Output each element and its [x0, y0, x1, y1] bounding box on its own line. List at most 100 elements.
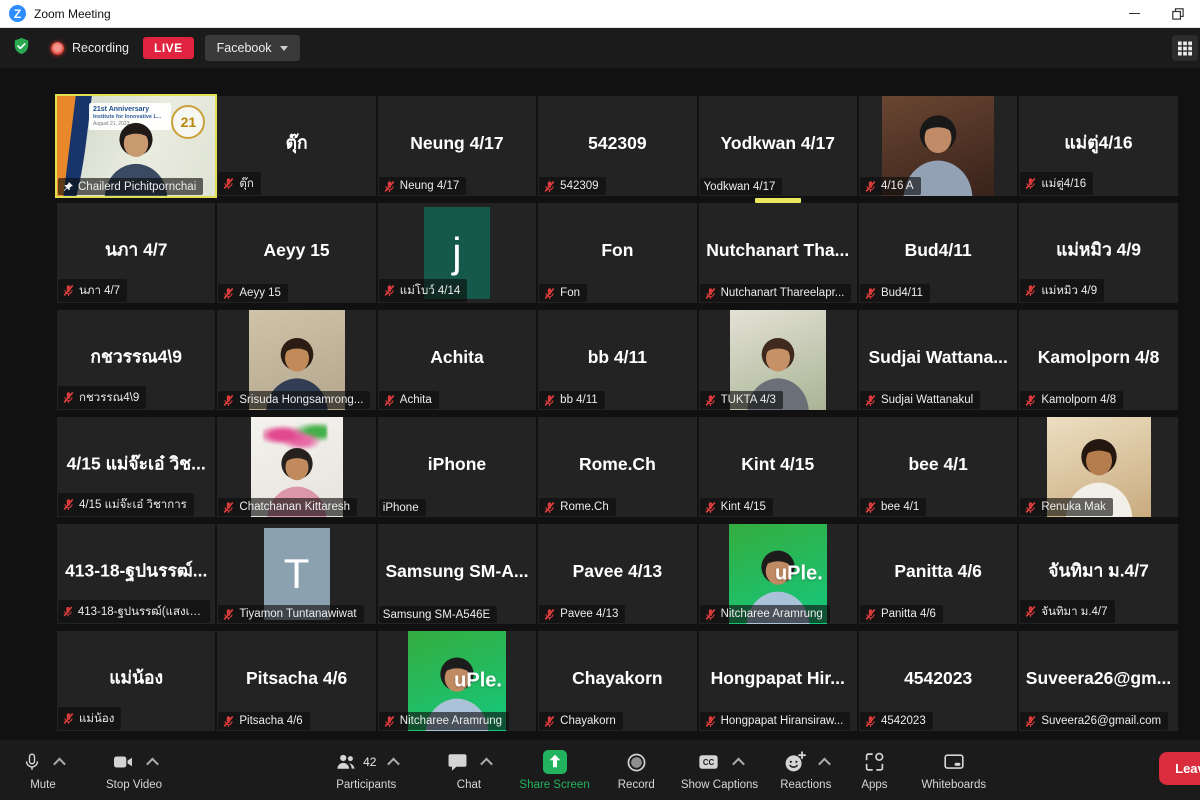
participant-tile[interactable]: uPle.Nitcharee Aramrung — [699, 524, 857, 624]
participant-tile[interactable]: Panitta 4/6Panitta 4/6 — [859, 524, 1017, 624]
window-title: Zoom Meeting — [34, 7, 111, 21]
participant-tile[interactable]: กชวรรณ4\9กชวรรณ4\9 — [57, 310, 215, 410]
participant-tile[interactable]: jแม่โบว์ 4/14 — [378, 203, 536, 303]
participant-tile[interactable]: แม่น้องแม่น้อง — [57, 631, 215, 731]
participant-tile[interactable]: Suveera26@gm...Suveera26@gmail.com — [1019, 631, 1177, 731]
participant-tile[interactable]: bb 4/11bb 4/11 — [538, 310, 696, 410]
participant-nameplate: Samsung SM-A546E — [379, 606, 497, 623]
participant-tile[interactable]: Aeyy 15Aeyy 15 — [217, 203, 375, 303]
participant-tile[interactable]: FonFon — [538, 203, 696, 303]
participant-tile[interactable]: Chatchanan Kittaresh — [217, 417, 375, 517]
participant-label: แม่น้อง — [79, 710, 114, 728]
participant-tile[interactable]: Rome.ChRome.Ch — [538, 417, 696, 517]
gallery-view-button[interactable] — [1172, 35, 1198, 61]
video-gallery-stage: 21st AnniversaryInstitute for Innovative… — [0, 68, 1200, 740]
chevron-up-icon[interactable] — [53, 757, 66, 770]
participant-tile[interactable]: 542309542309 — [538, 96, 696, 196]
participant-nameplate: แม่ตู่4/16 — [1020, 172, 1093, 195]
mic-muted-icon — [704, 715, 717, 728]
record-button[interactable]: Record — [618, 740, 655, 800]
participant-name: แม่ตู่4/16 — [1019, 129, 1177, 157]
participant-tile[interactable]: Bud4/11Bud4/11 — [859, 203, 1017, 303]
participant-nameplate: TUKTA 4/3 — [700, 391, 783, 409]
chat-button[interactable]: Chat — [446, 740, 491, 800]
participant-tile[interactable]: 4/15 แม่จ๊ะเอ๋ วิช...4/15 แม่จ๊ะเอ๋ วิชา… — [57, 417, 215, 517]
whiteboards-button[interactable]: Whiteboards — [922, 740, 987, 800]
participant-tile[interactable]: จันทิมา ม.4/7จันทิมา ม.4/7 — [1019, 524, 1177, 624]
restore-button[interactable] — [1156, 0, 1200, 27]
toolbar-label: Reactions — [780, 779, 831, 791]
participant-tile[interactable]: ChayakornChayakorn — [538, 631, 696, 731]
toolbar-label: Whiteboards — [922, 779, 987, 791]
show-captions-button[interactable]: CCShow Captions — [681, 740, 758, 800]
participant-tile[interactable]: Pavee 4/13Pavee 4/13 — [538, 524, 696, 624]
participant-tile[interactable]: 4/16 A — [859, 96, 1017, 196]
stop-video-button[interactable]: Stop Video — [106, 740, 162, 800]
mic-muted-icon — [1024, 177, 1037, 190]
participant-tile[interactable]: TUKTA 4/3 — [699, 310, 857, 410]
reactions-button[interactable]: Reactions — [780, 740, 831, 800]
recording-indicator-icon — [51, 42, 64, 55]
participant-nameplate: Hongpapat Hiransiraw... — [700, 712, 851, 730]
participant-tile[interactable]: Kint 4/15Kint 4/15 — [699, 417, 857, 517]
participant-tile[interactable]: bee 4/1bee 4/1 — [859, 417, 1017, 517]
participant-tile[interactable]: iPhoneiPhone — [378, 417, 536, 517]
participant-tile[interactable]: TTiyamon Tuntanawiwat — [217, 524, 375, 624]
participant-nameplate: Suveera26@gmail.com — [1020, 712, 1168, 730]
share-screen-icon — [542, 749, 568, 775]
apps-button[interactable]: Apps — [861, 740, 887, 800]
share-screen-button[interactable]: Share Screen — [519, 740, 589, 800]
participant-tile[interactable]: 45420234542023 — [859, 631, 1017, 731]
mute-button[interactable]: Mute — [22, 740, 64, 800]
participant-nameplate: Kint 4/15 — [700, 498, 773, 516]
participant-nameplate: bee 4/1 — [860, 498, 926, 516]
participant-tile[interactable]: 21st AnniversaryInstitute for Innovative… — [57, 96, 215, 196]
participant-tile[interactable]: Sudjai Wattana...Sudjai Wattanakul — [859, 310, 1017, 410]
chevron-up-icon[interactable] — [481, 757, 494, 770]
participant-nameplate: Chatchanan Kittaresh — [218, 498, 357, 516]
participant-tile[interactable]: Nutchanart Tha...Nutchanart Thareelapr..… — [699, 203, 857, 303]
mic-icon — [22, 751, 42, 773]
security-shield-icon[interactable] — [12, 36, 31, 61]
participant-tile[interactable]: Neung 4/17Neung 4/17 — [378, 96, 536, 196]
participants-icon — [334, 751, 358, 773]
participant-tile[interactable]: Renuka Mak — [1019, 417, 1177, 517]
mic-muted-icon — [383, 180, 396, 193]
toolbar-label: Apps — [861, 779, 887, 791]
participant-nameplate: Nutchanart Thareelapr... — [700, 284, 852, 302]
participant-label: 413-18-ฐปนรรฒ์(แสงเดือน) — [78, 603, 203, 621]
restore-icon — [1172, 8, 1184, 20]
chevron-up-icon[interactable] — [388, 757, 401, 770]
participant-tile[interactable]: Srisuda Hongsamrong... — [217, 310, 375, 410]
participant-tile[interactable]: uPle.Nitcharee Aramrung — [378, 631, 536, 731]
mic-muted-icon — [543, 501, 556, 514]
participant-nameplate: ตุ๊ก — [218, 172, 260, 195]
chevron-up-icon[interactable] — [732, 757, 745, 770]
participant-tile[interactable]: Yodkwan 4/17Yodkwan 4/17 — [699, 96, 857, 196]
participant-label: iPhone — [383, 502, 419, 514]
minimize-button[interactable] — [1112, 0, 1156, 27]
mic-muted-icon — [383, 284, 396, 297]
participant-label: Fon — [560, 287, 580, 299]
participant-nameplate: จันทิมา ม.4/7 — [1020, 600, 1114, 623]
zoom-logo-icon: Z — [9, 5, 26, 22]
participants-button[interactable]: 42Participants — [334, 740, 398, 800]
chevron-up-icon[interactable] — [146, 757, 159, 770]
participant-tile[interactable]: แม่หมิว 4/9แม่หมิว 4/9 — [1019, 203, 1177, 303]
leave-button[interactable]: Leave — [1159, 752, 1200, 785]
participant-tile[interactable]: Kamolporn 4/8Kamolporn 4/8 — [1019, 310, 1177, 410]
participant-tile[interactable]: ตุ๊กตุ๊ก — [217, 96, 375, 196]
mic-muted-icon — [543, 608, 556, 621]
participant-tile[interactable]: AchitaAchita — [378, 310, 536, 410]
participant-tile[interactable]: นภา 4/7นภา 4/7 — [57, 203, 215, 303]
stream-target-dropdown[interactable]: Facebook — [205, 35, 300, 61]
participant-tile[interactable]: แม่ตู่4/16 แม่ตู่4/16 — [1019, 96, 1177, 196]
participant-tile[interactable]: Samsung SM-A...Samsung SM-A546E — [378, 524, 536, 624]
participant-tile[interactable]: 413-18-ฐปนรรฒ์...413-18-ฐปนรรฒ์(แสงเดือน… — [57, 524, 215, 624]
chevron-up-icon[interactable] — [818, 757, 831, 770]
mic-muted-icon — [864, 180, 877, 193]
participant-tile[interactable]: Hongpapat Hir...Hongpapat Hiransiraw... — [699, 631, 857, 731]
participant-tile[interactable]: Pitsacha 4/6Pitsacha 4/6 — [217, 631, 375, 731]
participant-label: 4/15 แม่จ๊ะเอ๋ วิชาการ — [79, 496, 187, 514]
participant-nameplate: Yodkwan 4/17 — [700, 178, 783, 195]
